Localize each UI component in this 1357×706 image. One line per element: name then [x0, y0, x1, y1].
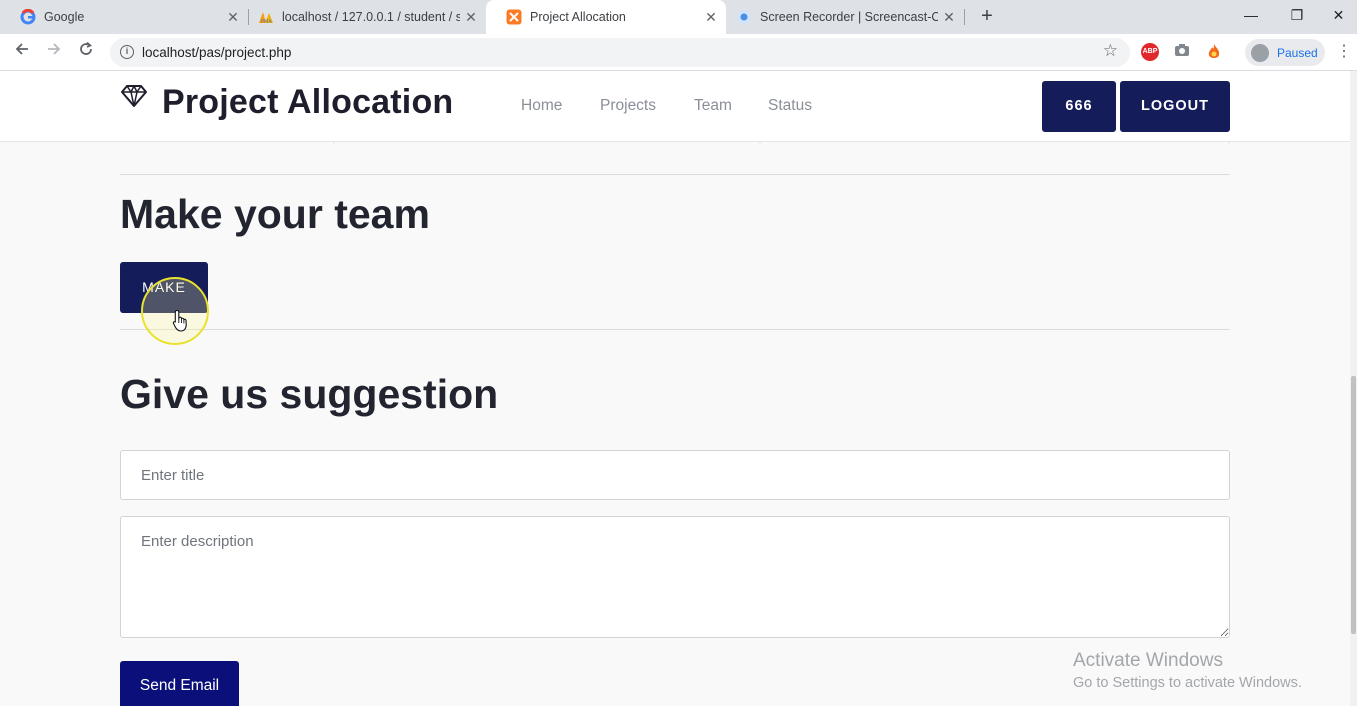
user-id-button[interactable]: 666 [1042, 81, 1116, 132]
table-remnant-lines [333, 142, 1230, 144]
tab-phpmyadmin[interactable]: PMA localhost / 127.0.0.1 / student / s … [238, 0, 486, 34]
watermark-subtitle: Go to Settings to activate Windows. [1073, 675, 1302, 691]
suggestion-title-input[interactable] [120, 450, 1230, 500]
profile-status: Paused [1277, 45, 1318, 60]
site-header: Project Allocation Home Projects Team St… [0, 71, 1350, 142]
tab-title: Project Allocation [530, 10, 626, 24]
nav-home[interactable]: Home [521, 97, 562, 115]
tab-separator [964, 9, 965, 25]
brand-title[interactable]: Project Allocation [162, 83, 453, 122]
reload-icon[interactable] [74, 40, 98, 64]
nav-projects[interactable]: Projects [600, 97, 656, 115]
tab-title: localhost / 127.0.0.1 / student / s [282, 10, 460, 24]
page-viewport: Project Allocation Home Projects Team St… [0, 71, 1350, 706]
suggestion-heading: Give us suggestion [120, 371, 499, 417]
logout-button[interactable]: LOGOUT [1120, 81, 1230, 132]
phpmyadmin-icon: PMA [258, 9, 274, 25]
restore-icon[interactable]: ❐ [1274, 0, 1320, 30]
xampp-icon [506, 9, 522, 25]
watermark-title: Activate Windows [1073, 650, 1223, 671]
camera-icon[interactable] [1173, 43, 1191, 61]
tab-title: Screen Recorder | Screencast-O-M [760, 10, 938, 24]
avatar-icon [1251, 43, 1269, 62]
svg-text:PMA: PMA [261, 19, 272, 24]
close-window-icon[interactable]: ✕ [1320, 0, 1357, 30]
profile-button[interactable]: Paused [1245, 39, 1325, 66]
browser-menu-icon[interactable]: ⋮ [1336, 41, 1352, 61]
suggestion-description-input[interactable] [120, 516, 1230, 638]
google-icon [20, 9, 36, 25]
browser-tab-strip: Google ✕ PMA localhost / 127.0.0.1 / stu… [0, 0, 1357, 34]
adblock-icon[interactable]: ABP [1141, 43, 1159, 61]
nav-status[interactable]: Status [768, 97, 812, 115]
windows-activation-watermark: Activate Windows Go to Settings to activ… [1073, 650, 1302, 691]
section-divider [120, 329, 1230, 330]
bookmark-star-icon[interactable]: ☆ [1103, 41, 1118, 61]
nav-team[interactable]: Team [694, 97, 732, 115]
hand-cursor-icon [172, 309, 187, 332]
address-url: localhost/pas/project.php [142, 45, 292, 60]
site-info-icon[interactable]: i [120, 45, 134, 59]
page-scrollbar[interactable] [1350, 71, 1357, 706]
scrollbar-thumb[interactable] [1351, 376, 1356, 634]
address-bar[interactable]: i localhost/pas/project.php ☆ [110, 38, 1130, 67]
section-divider [120, 174, 1230, 175]
tab-screen-recorder[interactable]: Screen Recorder | Screencast-O-M ✕ [716, 0, 964, 34]
tab-title: Google [44, 10, 85, 24]
back-icon[interactable] [10, 40, 34, 64]
diamond-logo-icon [121, 85, 147, 107]
new-tab-icon[interactable]: + [976, 5, 998, 27]
forward-icon[interactable] [42, 40, 66, 64]
screencast-icon [736, 9, 752, 25]
close-tab-icon[interactable]: ✕ [938, 9, 960, 26]
tab-google[interactable]: Google ✕ [0, 0, 248, 34]
fire-icon[interactable] [1205, 43, 1223, 61]
browser-toolbar: i localhost/pas/project.php ☆ ABP Paused… [0, 34, 1357, 71]
close-tab-icon[interactable]: ✕ [460, 9, 482, 26]
tab-project-allocation[interactable]: Project Allocation ✕ [486, 0, 726, 34]
send-email-button[interactable]: Send Email [120, 661, 239, 706]
make-team-heading: Make your team [120, 191, 430, 237]
minimize-icon[interactable]: — [1228, 0, 1274, 30]
